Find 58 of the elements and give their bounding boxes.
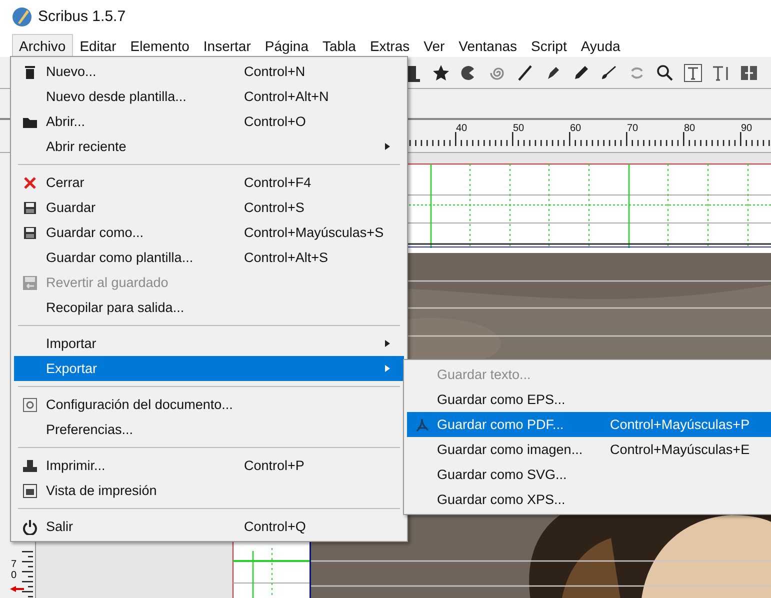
text-cursor-icon[interactable]: [712, 64, 730, 82]
menu-item[interactable]: Abrir reciente: [14, 134, 404, 159]
menu-item[interactable]: Salir Control+Q: [14, 514, 404, 539]
menu-bar-item[interactable]: Página: [258, 34, 316, 57]
menu-item[interactable]: Guardar como plantilla... Control+Alt+S: [14, 245, 404, 270]
search-icon[interactable]: [656, 64, 674, 82]
close-icon: [22, 174, 38, 190]
window-title: Scribus 1.5.7: [38, 8, 126, 25]
print-preview-icon: [22, 482, 38, 498]
ruler-scale-drawing: [22, 551, 33, 598]
menu-item[interactable]: Nuevo... Control+N: [14, 59, 404, 84]
ruler-label: 60: [570, 123, 582, 134]
pdf-icon: [414, 416, 430, 432]
menu-item[interactable]: Recopilar para salida...: [14, 295, 404, 320]
menu-item[interactable]: Guardar Control+S: [14, 195, 404, 220]
star-icon[interactable]: [432, 64, 450, 82]
menu-item[interactable]: Importar: [14, 331, 404, 356]
menu-item[interactable]: Imprimir... Control+P: [14, 453, 404, 478]
link-frames-icon[interactable]: [740, 64, 758, 82]
ruler-label: 80: [684, 123, 696, 134]
menu-item[interactable]: Cerrar Control+F4: [14, 170, 404, 195]
menu-item[interactable]: Guardar como... Control+Mayúsculas+S: [14, 220, 404, 245]
pencil-icon[interactable]: [572, 64, 590, 82]
ruler-label: 40: [456, 123, 468, 134]
menu-bar-item[interactable]: Elemento: [123, 34, 196, 57]
line-icon[interactable]: [516, 64, 534, 82]
trash-icon: [22, 64, 38, 80]
power-icon: [22, 518, 38, 534]
menu-item[interactable]: Vista de impresión: [14, 478, 404, 503]
menu-item[interactable]: Nuevo desde plantilla... Control+Alt+N: [14, 84, 404, 109]
menu-bar-item[interactable]: Extras: [362, 34, 417, 57]
ruler-label: 90: [741, 123, 752, 134]
menu-bar-item[interactable]: Ayuda: [574, 34, 628, 57]
menu-bar-item[interactable]: Tabla: [315, 34, 363, 57]
menu-item[interactable]: Preferencias...: [14, 417, 404, 442]
menu-item[interactable]: Guardar como imagen... Control+Mayúsculas+E: [407, 437, 771, 462]
settings-icon: [22, 396, 38, 412]
app-logo-icon: [12, 6, 32, 26]
ruler-label: 70: [11, 559, 18, 581]
ruler-marker-icon: [10, 586, 24, 592]
menu-bar-item[interactable]: Ventanas: [452, 34, 524, 57]
ruler-label: 70: [627, 123, 638, 134]
menu-bar-item[interactable]: Archivo: [12, 34, 73, 57]
menu-bar-item[interactable]: Editar: [72, 34, 124, 57]
menu-bar-item[interactable]: Ver: [416, 34, 452, 57]
ruler-label: 50: [513, 123, 524, 134]
menu-item[interactable]: Configuración del documento...: [14, 392, 404, 417]
menu-bar-item[interactable]: Insertar: [196, 34, 258, 57]
menu-item[interactable]: Guardar como PDF... Control+Mayúsculas+P: [407, 412, 771, 437]
menu-item[interactable]: Exportar: [14, 356, 404, 381]
menu-item[interactable]: Guardar como XPS...: [407, 487, 771, 512]
printer-icon: [22, 458, 38, 474]
menu-item[interactable]: Abrir... Control+O: [14, 109, 404, 134]
menu-item[interactable]: Guardar como EPS...: [407, 387, 771, 412]
menu-item[interactable]: Guardar como SVG...: [407, 462, 771, 487]
brush-icon[interactable]: [600, 64, 618, 82]
text-frame-icon[interactable]: [684, 64, 702, 82]
menu-bar-item[interactable]: Script: [524, 34, 574, 57]
